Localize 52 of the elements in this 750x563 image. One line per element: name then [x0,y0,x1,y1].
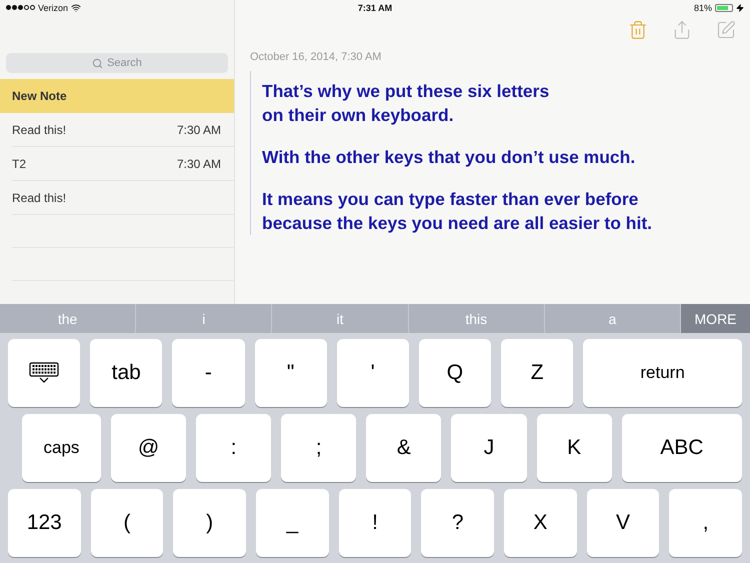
keyboard-key[interactable]: Q [418,339,492,407]
note-list-item[interactable]: Read this! 7:30 AM [12,113,234,147]
keyboard-key[interactable]: ' [336,339,409,407]
note-title: New Note [12,88,67,102]
note-time: 7:30 AM [176,156,221,170]
battery-percent: 81% [694,2,712,12]
more-suggestions-button[interactable]: MORE [680,304,750,333]
keyboard-key[interactable]: tab [90,339,162,407]
keyboard-key[interactable]: " [254,339,327,407]
note-title: Read this! [12,122,66,136]
battery-icon [715,4,733,12]
keyboard-key[interactable]: K [536,414,612,482]
note-list-item[interactable]: New Note [0,79,234,113]
keyboard-key[interactable]: _ [256,489,329,557]
keyboard-key[interactable]: & [366,414,442,482]
keyboard-key[interactable]: , [669,489,742,557]
share-icon[interactable] [672,20,692,40]
status-time: 7:31 AM [358,2,392,12]
charging-icon [736,4,744,12]
keyboard-key[interactable]: ( [90,489,164,557]
keyboard-key[interactable]: X [504,489,577,557]
keyboard-key[interactable]: ; [281,414,356,482]
keyboard-dismiss-icon [29,362,60,384]
keyboard-key[interactable]: @ [110,414,186,482]
search-icon [92,58,104,68]
keyboard-key[interactable]: ? [421,489,494,557]
keyboard-key[interactable]: caps [22,414,101,482]
keyboard-key[interactable]: Z [501,339,574,407]
keyboard-dismiss-key[interactable] [8,339,80,407]
keyboard-key[interactable]: ABC [622,414,742,482]
carrier-name: Verizon [38,2,68,12]
trash-icon[interactable] [628,20,648,40]
search-placeholder: Search [107,57,142,69]
note-list-item[interactable]: T2 7:30 AM [12,147,234,181]
keyboard-key[interactable]: - [172,339,245,407]
compose-icon[interactable] [716,20,736,40]
keyboard-key[interactable]: return [583,339,742,407]
note-title: T2 [12,156,26,170]
keyboard-key[interactable]: ! [338,489,412,557]
note-paragraph: It means you can type faster than ever before because the keys you need are all easier to hit. [262,188,654,235]
wifi-icon [71,2,82,12]
keyboard-key[interactable]: : [196,414,272,482]
note-paragraph: With the other keys that you don’t use much. [262,146,636,169]
keyboard-key[interactable]: 123 [8,489,81,557]
note-date: October 16, 2014, 7:30 AM [250,51,382,63]
keyboard-key[interactable]: V [586,489,660,557]
keyboard-key[interactable]: ) [173,489,246,557]
note-title: Read this! [12,190,66,204]
keyboard-key[interactable]: J [451,414,527,482]
note-list-item[interactable]: Read this! [12,181,234,215]
note-paragraph: That’s why we put these six letters on their own keyboard. [262,80,550,127]
note-time: 7:30 AM [176,122,221,136]
